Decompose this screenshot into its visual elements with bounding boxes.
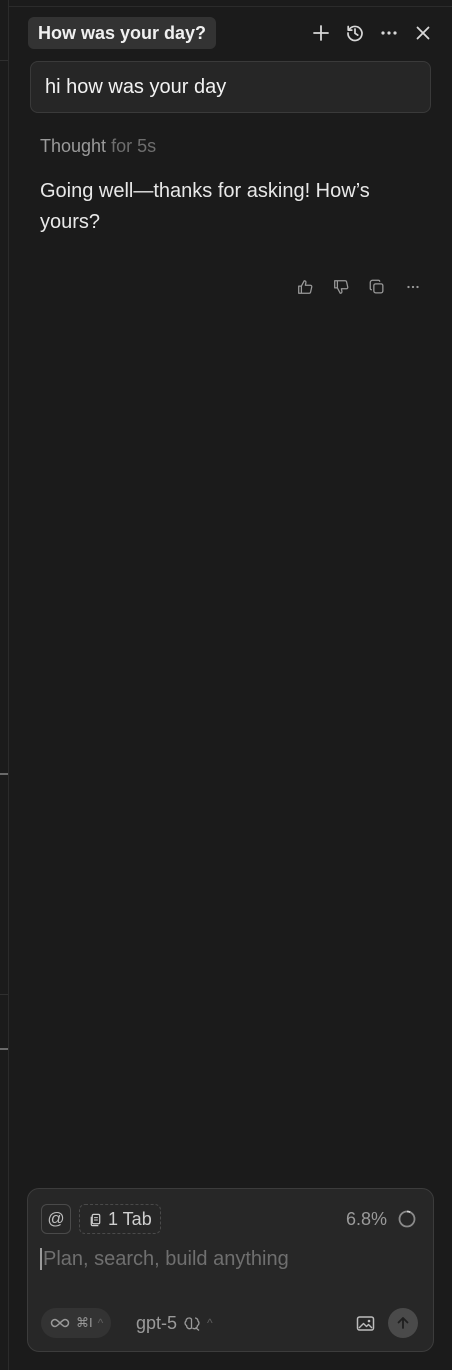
text-cursor [40, 1248, 42, 1270]
thought-label: Thought [40, 136, 107, 156]
model-name: gpt-5 [136, 1312, 178, 1333]
mention-button[interactable]: @ [41, 1204, 71, 1234]
user-message[interactable]: hi how was your day [30, 61, 431, 113]
gutter-marker [0, 773, 8, 775]
more-options-button[interactable] [374, 18, 404, 48]
model-selector[interactable]: gpt-5 ^ [136, 1308, 213, 1338]
attach-image-button[interactable] [353, 1311, 377, 1335]
close-button[interactable] [408, 18, 438, 48]
chevron-up-icon: ^ [97, 1316, 104, 1330]
message-more-button[interactable] [402, 276, 424, 298]
context-usage[interactable]: 6.8% [346, 1204, 417, 1234]
context-tab-label: 1 Tab [108, 1208, 152, 1229]
files-icon [90, 1213, 101, 1226]
chat-composer: @ 1 Tab 6.8% Plan, search, build anythin… [27, 1188, 434, 1352]
thumbs-up-icon [298, 280, 313, 294]
panel-top-border [9, 6, 452, 7]
arrow-up-icon [397, 1317, 409, 1329]
infinity-icon [50, 1318, 70, 1328]
thumbs-down-icon [334, 280, 349, 294]
history-button[interactable] [340, 18, 370, 48]
editor-gutter [0, 0, 9, 1370]
gutter-divider [0, 994, 8, 995]
send-button[interactable] [388, 1308, 418, 1338]
close-icon [416, 26, 430, 40]
context-tab-chip[interactable]: 1 Tab [79, 1204, 161, 1234]
copy-icon [369, 279, 384, 294]
copy-button[interactable] [366, 276, 388, 298]
gutter-marker [0, 1048, 8, 1050]
thought-duration: for 5s [111, 136, 157, 156]
ellipsis-icon [407, 285, 419, 289]
message-actions [294, 274, 424, 300]
ellipsis-icon [381, 31, 397, 35]
chevron-up-icon: ^ [207, 1316, 213, 1330]
new-chat-button[interactable] [306, 18, 336, 48]
brain-icon [184, 1317, 200, 1331]
thumbs-down-button[interactable] [330, 276, 352, 298]
usage-ring-icon [398, 1210, 416, 1228]
mode-shortcut: ⌘I [76, 1315, 93, 1330]
agent-mode-selector[interactable]: ⌘I ^ [41, 1308, 112, 1338]
chat-input[interactable]: Plan, search, build anything [40, 1243, 417, 1275]
context-usage-value: 6.8% [345, 1208, 387, 1229]
history-icon [347, 25, 363, 42]
gutter-divider [0, 60, 8, 61]
thought-indicator[interactable]: Thought for 5s [40, 136, 156, 157]
header-actions [306, 18, 438, 48]
chat-input-placeholder: Plan, search, build anything [43, 1247, 289, 1270]
chat-title[interactable]: How was your day? [28, 17, 217, 49]
plus-icon [313, 25, 329, 41]
chat-panel: How was your day? hi how was your day Th… [9, 0, 452, 1370]
thumbs-up-button[interactable] [294, 276, 316, 298]
assistant-reply: Going well—thanks for asking! How’s your… [40, 180, 370, 233]
image-icon [356, 1315, 374, 1331]
